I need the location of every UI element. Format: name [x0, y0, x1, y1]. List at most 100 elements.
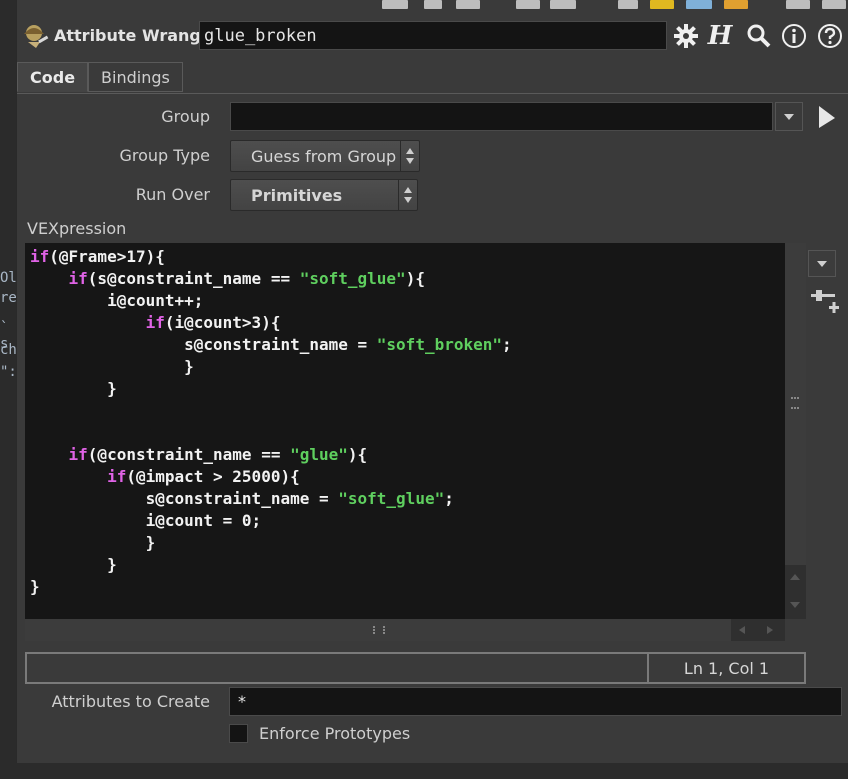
scroll-grip-icon[interactable]	[791, 397, 799, 409]
tab-code[interactable]: Code	[17, 62, 89, 92]
attributes-to-create-field[interactable]: *	[229, 687, 842, 716]
panel-icon[interactable]	[456, 0, 480, 9]
node-name-field[interactable]	[199, 21, 667, 50]
add-parameter-icon	[811, 290, 839, 313]
code-token: i@count = 0;	[30, 511, 262, 530]
code-line[interactable]	[30, 422, 785, 444]
code-keyword: if	[145, 313, 165, 332]
enforce-prototypes-label: Enforce Prototypes	[259, 724, 411, 743]
houdini-help-icon: H	[707, 21, 733, 51]
vex-menu-button[interactable]	[808, 250, 836, 277]
code-keyword: if	[107, 467, 127, 486]
code-token: (i@count>3){	[164, 313, 281, 332]
code-string: "soft_glue"	[299, 269, 406, 288]
copy-icon[interactable]	[424, 0, 442, 9]
arrow-cursor-icon	[819, 106, 835, 128]
top-toolbar	[360, 0, 848, 14]
scroll-left-icon[interactable]	[737, 625, 747, 635]
scroll-right-icon[interactable]	[765, 625, 775, 635]
package-icon[interactable]	[724, 0, 748, 9]
code-line[interactable]: i@count++;	[30, 290, 785, 312]
code-line[interactable]: if(s@constraint_name == "soft_glue"){	[30, 268, 785, 290]
chevron-down-icon	[784, 113, 794, 120]
code-line[interactable]: if(i@count>3){	[30, 312, 785, 334]
chevron-down-icon	[817, 260, 827, 267]
save-icon[interactable]	[618, 0, 638, 9]
code-keyword: if	[68, 269, 88, 288]
scroll-grip-icon[interactable]	[373, 626, 385, 634]
group-type-menu[interactable]: Guess from Group	[230, 140, 420, 172]
code-editor[interactable]: if(@Frame>17){ if(s@constraint_name == "…	[25, 243, 785, 619]
run-over-value: Primitives	[251, 185, 343, 205]
code-token: ){	[405, 269, 425, 288]
group-label: Group	[161, 107, 210, 126]
code-token: (@constraint_name ==	[87, 445, 291, 464]
background-text-fragment: ch	[0, 342, 17, 358]
background-text-fragment: Ol	[0, 270, 17, 286]
code-line[interactable]: if(@Frame>17){	[30, 246, 785, 268]
scroll-up-icon[interactable]	[789, 572, 801, 582]
node-name-input[interactable]	[200, 22, 666, 50]
folder-icon[interactable]	[650, 0, 674, 9]
scroll-down-icon[interactable]	[789, 600, 801, 610]
select-group-button[interactable]	[816, 104, 838, 130]
horizontal-scrollbar[interactable]	[25, 619, 785, 641]
add-icon[interactable]	[686, 0, 712, 9]
image-icon[interactable]	[550, 0, 576, 9]
code-token: (s@constraint_name ==	[87, 269, 300, 288]
vexpression-label: VEXpression	[27, 219, 127, 238]
help-button[interactable]	[815, 20, 845, 52]
code-token: }	[30, 357, 194, 376]
code-token: (@Frame>17){	[49, 247, 165, 266]
code-line[interactable]: }	[30, 576, 785, 598]
code-keyword: if	[68, 445, 88, 464]
gear-menu-button[interactable]	[671, 20, 701, 52]
code-token: s@constraint_name =	[30, 335, 377, 354]
editor-status-bar: Ln 1, Col 1	[25, 652, 806, 684]
magnifier-icon	[747, 24, 771, 48]
tab-bindings[interactable]: Bindings	[88, 62, 183, 92]
enforce-prototypes-checkbox[interactable]	[229, 724, 248, 743]
code-token: (@impact > 25000){	[126, 467, 300, 486]
gear-icon	[674, 24, 698, 48]
vertical-scrollbar[interactable]	[785, 243, 806, 619]
tab-divider	[17, 93, 848, 94]
code-line[interactable]: if(@impact > 25000){	[30, 466, 785, 488]
info-button[interactable]	[779, 20, 809, 52]
code-token: }	[30, 577, 40, 596]
run-over-menu[interactable]: Primitives	[230, 179, 418, 211]
code-line[interactable]: s@constraint_name = "soft_broken";	[30, 334, 785, 356]
group-field[interactable]	[230, 102, 773, 131]
question-icon	[818, 24, 842, 48]
panel-bottom-edge	[16, 763, 848, 779]
code-token: ;	[502, 335, 512, 354]
code-token: ){	[347, 445, 368, 464]
search-icon[interactable]	[786, 0, 810, 9]
tools-icon[interactable]	[382, 0, 408, 9]
create-spare-params-button[interactable]	[811, 286, 839, 314]
wrangle-node-icon	[22, 22, 50, 50]
code-line[interactable]: }	[30, 356, 785, 378]
attributes-to-create-value: *	[238, 692, 246, 711]
updown-icon	[400, 141, 419, 171]
code-text[interactable]: if(@Frame>17){ if(s@constraint_name == "…	[25, 243, 785, 598]
attributes-to-create-label: Attributes to Create	[51, 692, 210, 711]
code-line[interactable]: i@count = 0;	[30, 510, 785, 532]
grid-icon[interactable]	[516, 0, 540, 9]
code-token: }	[30, 379, 117, 398]
search-button[interactable]	[744, 20, 774, 52]
code-line[interactable]: }	[30, 378, 785, 400]
help-h-button[interactable]: H	[705, 20, 735, 52]
code-token: s@constraint_name =	[30, 489, 339, 508]
code-line[interactable]: }	[30, 532, 785, 554]
code-token: }	[30, 533, 156, 552]
code-line[interactable]	[30, 400, 785, 422]
settings-icon[interactable]	[822, 0, 846, 9]
code-line[interactable]: if(@constraint_name == "glue"){	[30, 444, 785, 466]
group-dropdown-button[interactable]	[775, 102, 803, 131]
code-line[interactable]: }	[30, 554, 785, 576]
code-line[interactable]: s@constraint_name = "soft_glue";	[30, 488, 785, 510]
